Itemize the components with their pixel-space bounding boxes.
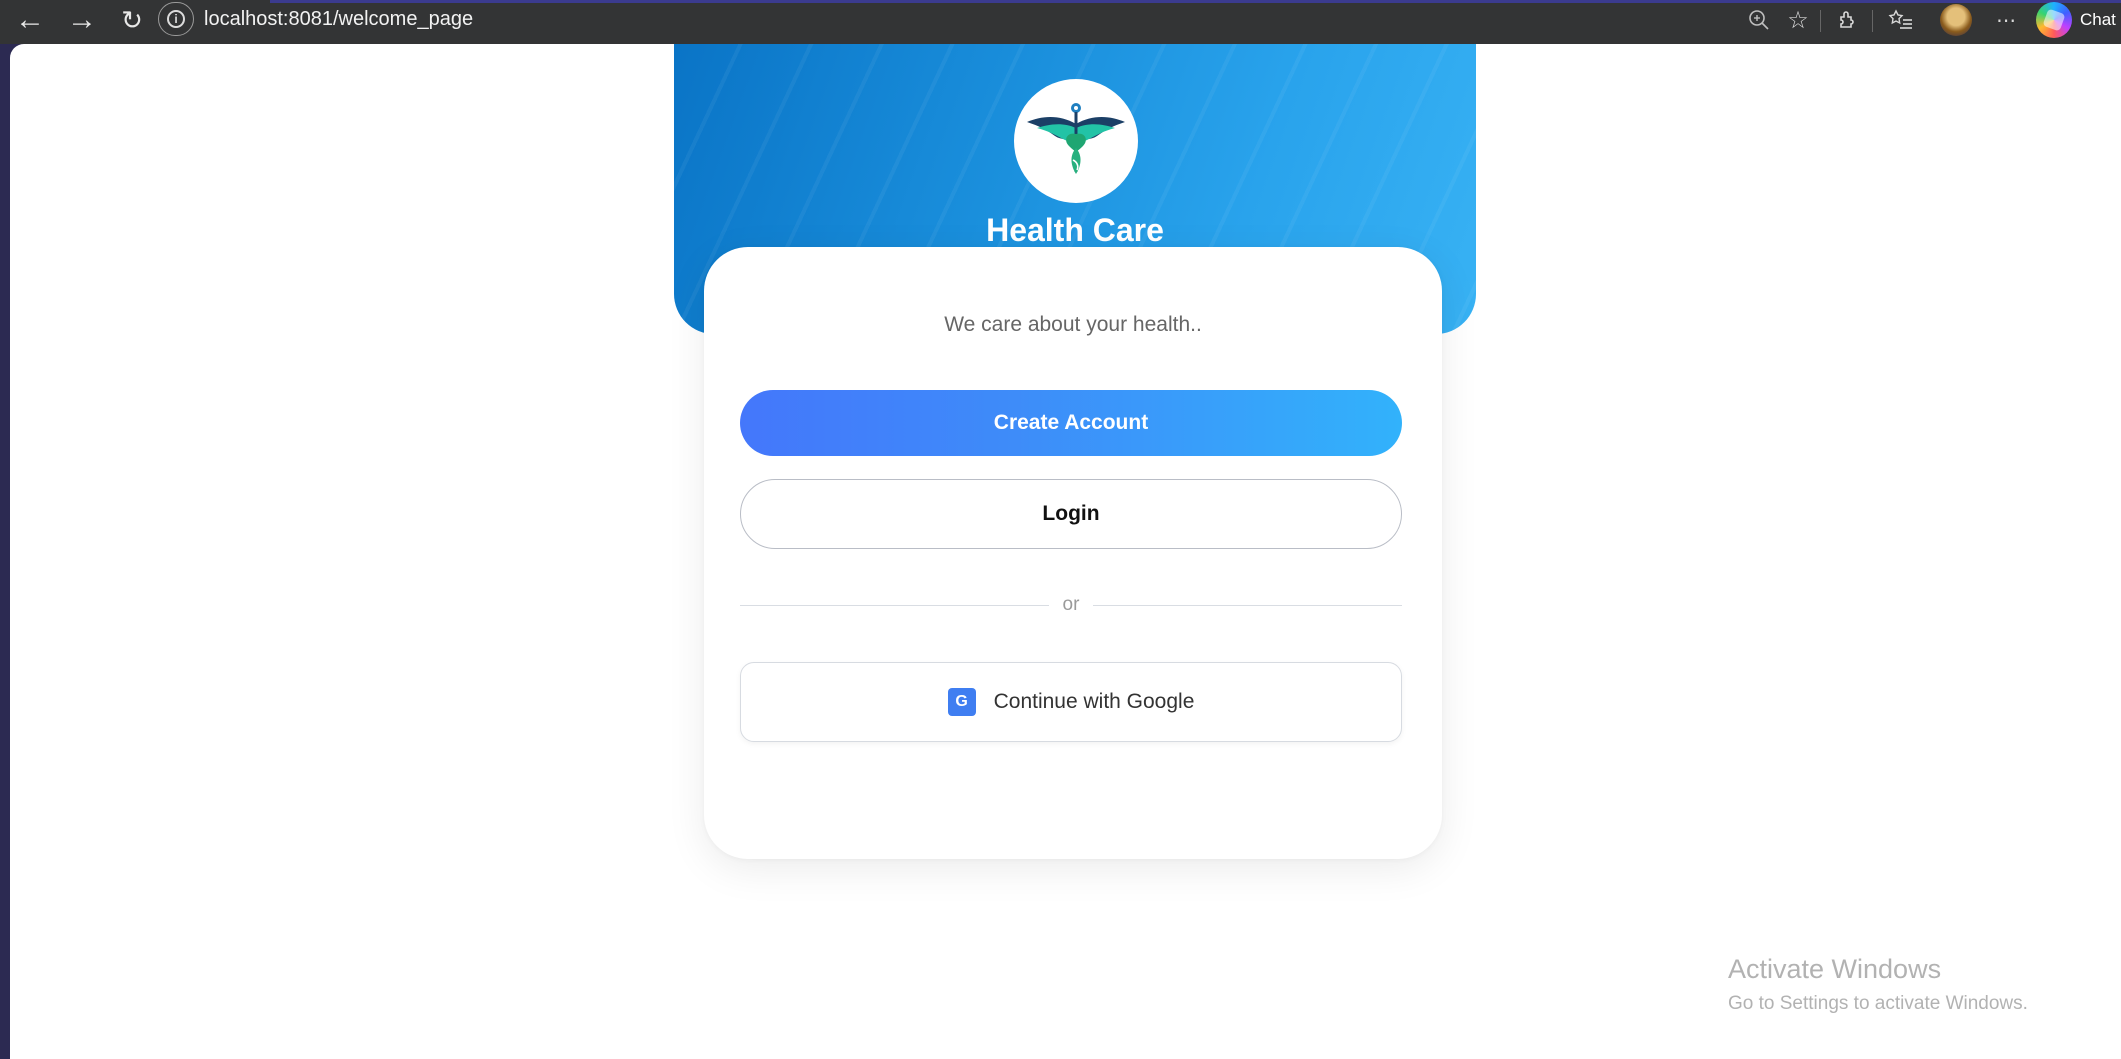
google-button-label: Continue with Google xyxy=(993,690,1195,713)
favorite-star-icon: ☆ xyxy=(1787,6,1809,34)
toolbar-separator xyxy=(1872,10,1873,32)
login-button[interactable]: Login xyxy=(740,479,1402,549)
toolbar-separator xyxy=(1820,10,1821,32)
zoom-button[interactable] xyxy=(1744,4,1774,36)
copilot-chat-button[interactable]: Chat xyxy=(2036,2,2116,38)
extensions-icon xyxy=(1840,11,1854,28)
create-account-label: Create Account xyxy=(993,411,1149,434)
arrow-right-icon: → xyxy=(67,3,97,36)
info-icon: i xyxy=(167,10,185,28)
or-divider: or xyxy=(740,592,1402,618)
login-label: Login xyxy=(1042,502,1100,525)
site-info-button[interactable]: i xyxy=(158,2,194,36)
profile-avatar[interactable] xyxy=(1940,4,1972,36)
reload-button[interactable]: ↻ xyxy=(112,2,152,38)
favorite-button[interactable]: ☆ xyxy=(1782,4,1814,36)
forward-button[interactable]: → xyxy=(62,2,102,38)
copilot-label: Chat xyxy=(2080,10,2116,29)
more-button[interactable]: ⋯ xyxy=(1990,4,2022,36)
more-icon: ⋯ xyxy=(1996,9,2016,32)
watermark-subtitle: Go to Settings to activate Windows. xyxy=(1728,993,2028,1014)
divider-text: or xyxy=(1062,594,1080,615)
arrow-left-icon: ← xyxy=(15,3,45,36)
address-bar-url: localhost:8081/welcome_page xyxy=(204,7,474,30)
reload-icon: ↻ xyxy=(121,5,143,35)
zoom-icon xyxy=(1749,10,1769,30)
welcome-card: We care about your health.. Create Accou… xyxy=(704,247,1442,859)
address-bar[interactable]: i localhost:8081/welcome_page xyxy=(158,2,608,36)
google-icon: G xyxy=(947,688,976,716)
logo-badge xyxy=(1014,79,1138,203)
continue-with-google-button[interactable]: G Continue with Google xyxy=(740,662,1402,742)
browser-toolbar: ← → ↻ i localhost:8081/welcome_page ☆ ⋯ … xyxy=(0,0,2121,44)
tagline: We care about your health.. xyxy=(944,313,1202,336)
divider-line xyxy=(740,604,1049,606)
page-viewport: Health Care We care about your health.. … xyxy=(10,44,2121,1059)
brand-title: Health Care xyxy=(986,212,1164,248)
copilot-icon xyxy=(2036,2,2072,38)
caduceus-logo-icon xyxy=(1027,103,1125,174)
favorites-button[interactable] xyxy=(1884,4,1918,36)
create-account-button[interactable]: Create Account xyxy=(740,390,1402,456)
activate-windows-watermark: Activate Windows Go to Settings to activ… xyxy=(1728,954,2028,1015)
watermark-title: Activate Windows xyxy=(1728,954,1942,984)
extensions-button[interactable] xyxy=(1832,4,1864,36)
favorites-list-icon xyxy=(1888,9,1912,29)
divider-line xyxy=(1093,604,1402,606)
back-button[interactable]: ← xyxy=(10,2,50,38)
